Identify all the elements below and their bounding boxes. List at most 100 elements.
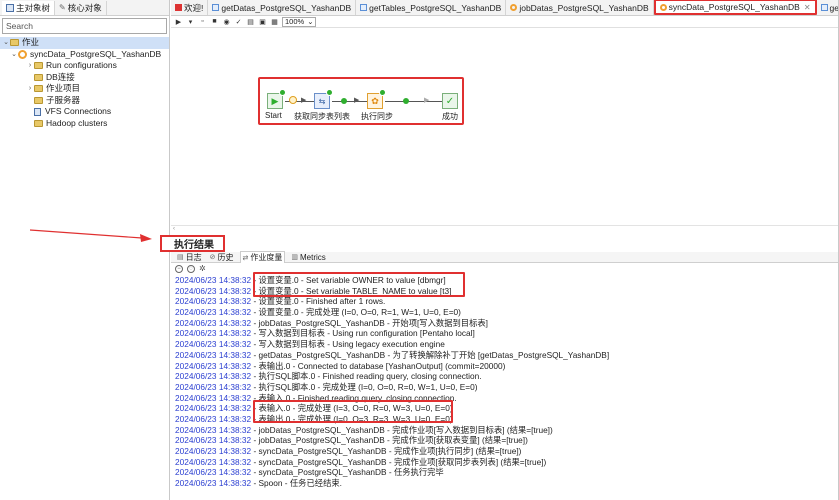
canvas-scrollbar[interactable]: ‹: [171, 225, 839, 232]
log-line: 2024/06/23 14:38:32 - getDatas_PostgreSQ…: [175, 350, 839, 361]
tab-jobdatas[interactable]: jobDatas_PostgreSQL_YashanDB: [506, 0, 654, 15]
tree-item-label: Hadoop clusters: [46, 117, 108, 128]
folder-icon: [34, 62, 43, 70]
tree-item-run-configurations[interactable]: › Run configurations: [0, 60, 169, 72]
chevron-down-icon[interactable]: ⌄: [2, 37, 10, 49]
tab-label: 核心对象: [67, 2, 102, 13]
tab-welcome[interactable]: 欢迎!: [171, 0, 209, 15]
check-icon: ✓: [445, 95, 455, 107]
tree-item-label: Run configurations: [46, 60, 117, 70]
pause-icon[interactable]: ▫: [198, 17, 207, 26]
log-timestamp: 2024/06/23 14:38:32: [175, 275, 252, 285]
explore-icon[interactable]: ▣: [258, 17, 267, 26]
log-message: - 设置变量.0 - Finished after 1 rows.: [251, 296, 386, 307]
log-timestamp: 2024/06/23 14:38:32: [175, 456, 252, 467]
results-panel-title: 执行结果: [160, 235, 225, 252]
success-check-icon: [279, 89, 286, 96]
folder-icon: [34, 73, 43, 81]
node-success[interactable]: ✓: [442, 93, 458, 109]
node-label-execute-sync: 执行同步: [361, 112, 393, 121]
tab-log[interactable]: ▤ 日志: [175, 252, 204, 263]
chart-icon: ▥: [291, 254, 298, 261]
tab-metrics[interactable]: ▥ Metrics: [289, 253, 327, 262]
zoom-value: 100%: [285, 17, 305, 26]
hop-line: [332, 101, 372, 102]
tab-label: Metrics: [300, 252, 326, 262]
log-line: 2024/06/23 14:38:32 - 执行SQL脚本.0 - Finish…: [175, 371, 839, 382]
chevron-down-icon[interactable]: ▾: [186, 17, 195, 26]
tab-job-metrics[interactable]: ⇄ 作业度量: [239, 251, 286, 263]
log-message: - syncData_PostgreSQL_YashanDB - 任务执行完毕: [251, 467, 444, 478]
tree-item-slave-servers[interactable]: 子服务器: [0, 95, 169, 107]
vfs-icon: [34, 107, 41, 116]
tree-item-hadoop-clusters[interactable]: Hadoop clusters: [0, 118, 169, 130]
tab-syncdata[interactable]: syncData_PostgreSQL_YashanDB ✕: [653, 0, 817, 15]
check-icon[interactable]: ✓: [234, 17, 243, 26]
canvas-toolbar: ▶ ▾ ▫ ■ ◉ ✓ ▤ ▣ ▦ 100% ⌄: [171, 16, 839, 28]
folder-icon: [34, 85, 43, 93]
log-message: - syncData_PostgreSQL_YashanDB - 完成作业项[执…: [251, 446, 522, 456]
log-timestamp: 2024/06/23 14:38:32: [175, 435, 252, 446]
search-input[interactable]: [3, 21, 166, 31]
chevron-right-icon[interactable]: ›: [26, 60, 34, 72]
log-line: 2024/06/23 14:38:32 - 设置变量.0 - 完成处理 (I=0…: [175, 307, 839, 318]
chevron-right-icon[interactable]: ›: [26, 83, 34, 95]
tab-getresults[interactable]: getResults: [817, 0, 839, 15]
log-timestamp: 2024/06/23 14:38:32: [175, 403, 252, 414]
tab-label: 日志: [185, 252, 202, 262]
log-message: - getDatas_PostgreSQL_YashanDB - 为了转换解除补…: [251, 349, 610, 360]
tab-label: 历史: [217, 252, 234, 262]
node-label-get-list: 获取同步表列表: [294, 112, 350, 121]
folder-icon: [10, 39, 19, 47]
tab-getdatas[interactable]: getDatas_PostgreSQL_YashanDB: [208, 0, 357, 15]
stop-icon[interactable]: ■: [210, 17, 219, 26]
log-timestamp: 2024/06/23 14:38:32: [175, 296, 252, 307]
tab-gettables[interactable]: getTables_PostgreSQL_YashanDB: [356, 0, 507, 15]
log-message: - 写入数据到目标表 - Using run configuration [Pe…: [251, 328, 475, 339]
tree-item-job-entries[interactable]: › 作业项目: [0, 83, 169, 95]
log-line: 2024/06/23 14:38:32 - syncData_PostgreSQ…: [175, 446, 839, 457]
tree-item-root[interactable]: ⌄ 作业: [0, 37, 169, 49]
log-timestamp: 2024/06/23 14:38:32: [175, 392, 252, 403]
sql-icon[interactable]: ▤: [246, 17, 255, 26]
log-message: - syncData_PostgreSQL_YashanDB - 完成作业项[获…: [251, 456, 547, 467]
job-canvas[interactable]: ▶ Start ▶ ⇆ 获取同步表列表 ▶ ✿ 执行同步 ▶ ✓ 成功: [171, 29, 839, 225]
tree-item-db-connections[interactable]: DB连接: [0, 72, 169, 84]
log-timestamp: 2024/06/23 14:38:32: [175, 467, 252, 478]
zoom-select[interactable]: 100% ⌄: [282, 16, 317, 27]
log-line: 2024/06/23 14:38:32 - 设置变量.0 - Finished …: [175, 296, 839, 307]
pencil-icon: ✎: [59, 3, 66, 12]
arrow-right-icon: ▶: [424, 97, 430, 104]
grid-icon[interactable]: ▦: [270, 17, 279, 26]
hop-line: [385, 101, 443, 102]
tree-item-vfs-connections[interactable]: VFS Connections: [0, 106, 169, 118]
history-icon: ⊘: [209, 254, 216, 261]
tab-main-object-tree[interactable]: 主对象树: [2, 0, 56, 15]
run-icon[interactable]: ▶: [174, 17, 183, 26]
job-icon: [510, 4, 518, 11]
log-line: 2024/06/23 14:38:32 - 执行SQL脚本.0 - 完成处理 (…: [175, 382, 839, 393]
tab-history[interactable]: ⊘ 历史: [208, 252, 236, 263]
gear-icon[interactable]: ✲: [199, 264, 206, 273]
node-label-start: Start: [265, 111, 282, 120]
chevron-down-icon[interactable]: ⌄: [10, 49, 18, 61]
close-icon[interactable]: ✕: [804, 3, 811, 12]
tab-core-objects[interactable]: ✎ 核心对象: [55, 0, 107, 15]
log-timestamp: 2024/06/23 14:38:32: [175, 446, 252, 456]
log-timestamp: 2024/06/23 14:38:32: [175, 360, 252, 371]
tree-item-job[interactable]: ⌄ syncData_PostgreSQL_YashanDB: [0, 49, 169, 61]
log-timestamp: 2024/06/23 14:38:32: [175, 349, 252, 360]
log-line: 2024/06/23 14:38:32 - jobDatas_PostgreSQ…: [175, 318, 839, 329]
preview-icon[interactable]: ◉: [222, 17, 231, 26]
settings-icon[interactable]: ◌: [187, 264, 195, 273]
transformation-icon: ⇆: [318, 96, 326, 106]
clear-log-icon[interactable]: −: [175, 264, 183, 273]
tree-item-label: VFS Connections: [45, 106, 112, 116]
annotation-arrow: [30, 229, 152, 242]
log-line: 2024/06/23 14:38:32 - 表输出.0 - Connected …: [175, 361, 839, 372]
tree-item-label: DB连接: [46, 71, 75, 82]
log-highlight-variables: [253, 272, 465, 297]
log-line: 2024/06/23 14:38:32 - Spoon - 任务已经结束.: [175, 478, 839, 489]
tree-item-label: 子服务器: [46, 94, 81, 105]
success-check-icon: [341, 98, 347, 104]
